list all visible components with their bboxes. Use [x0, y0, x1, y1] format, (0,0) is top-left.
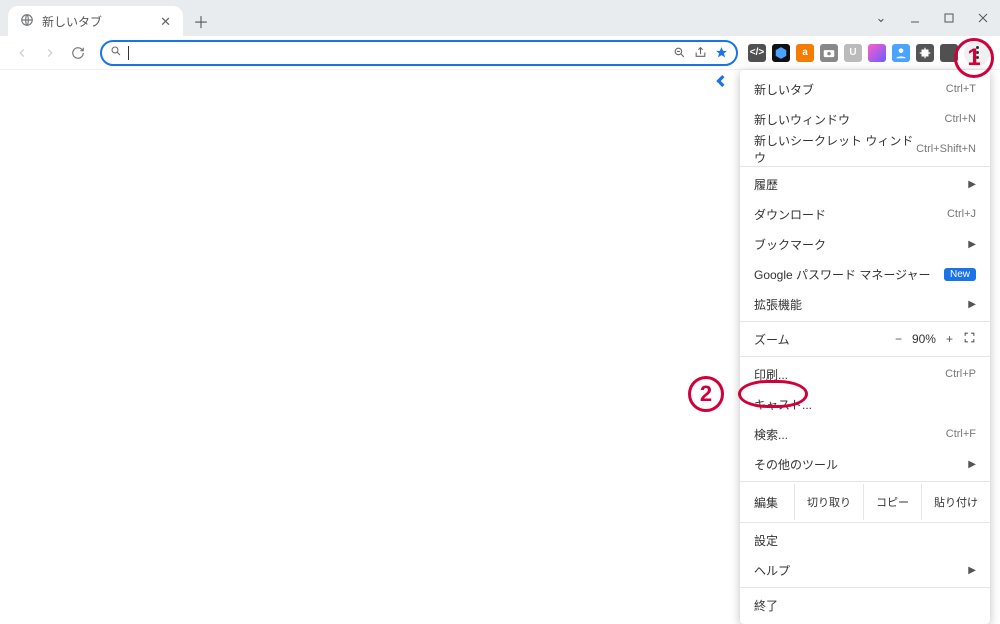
bookmark-star-icon[interactable]	[715, 46, 728, 59]
extensions-row: </> a U	[748, 44, 960, 62]
reload-button[interactable]	[66, 41, 90, 65]
zoom-in-button[interactable]: +	[946, 332, 953, 346]
text-cursor	[128, 46, 129, 60]
window-controls: ⌄	[864, 0, 1000, 36]
chevron-right-icon: ▶	[968, 179, 976, 190]
menu-item-history[interactable]: 履歴 ▶	[740, 169, 990, 199]
close-icon[interactable]: ✕	[160, 15, 171, 28]
menu-label: ズーム	[754, 331, 790, 348]
zoom-out-button[interactable]: −	[895, 332, 902, 346]
menu-label: その他のツール	[754, 456, 838, 473]
menu-label: 新しいウィンドウ	[754, 111, 850, 128]
menu-item-settings[interactable]: 設定	[740, 525, 990, 555]
separator	[740, 587, 990, 588]
menu-item-new-window[interactable]: 新しいウィンドウ Ctrl+N	[740, 104, 990, 134]
browser-tab[interactable]: 新しいタブ ✕	[8, 6, 183, 36]
menu-label: ダウンロード	[754, 206, 826, 223]
fullscreen-icon[interactable]	[963, 331, 976, 347]
toolbar: </> a U	[0, 36, 1000, 70]
address-bar[interactable]	[100, 40, 738, 66]
chevron-right-icon: ▶	[968, 459, 976, 470]
copy-button[interactable]: コピー	[863, 484, 921, 520]
menu-label: 設定	[754, 532, 778, 549]
chevron-right-icon: ▶	[968, 565, 976, 576]
menu-item-password-manager[interactable]: Google パスワード マネージャー New	[740, 259, 990, 289]
back-button[interactable]	[10, 41, 34, 65]
chevron-down-icon[interactable]: ⌄	[864, 4, 898, 32]
menu-label: Google パスワード マネージャー	[754, 266, 931, 283]
forward-button[interactable]	[38, 41, 62, 65]
logo-icon	[714, 72, 732, 93]
chevron-right-icon: ▶	[968, 299, 976, 310]
menu-label: 検索...	[754, 426, 788, 443]
shortcut: Ctrl+T	[946, 83, 976, 95]
share-icon[interactable]	[694, 46, 707, 59]
menu-label: 履歴	[754, 176, 778, 193]
extension-icon[interactable]: a	[796, 44, 814, 62]
camera-icon[interactable]	[820, 44, 838, 62]
menu-item-zoom: ズーム − 90% +	[740, 324, 990, 354]
zoom-value: 90%	[912, 332, 936, 346]
menu-label: 新しいシークレット ウィンドウ	[754, 132, 916, 166]
maximize-button[interactable]	[932, 4, 966, 32]
separator	[740, 166, 990, 167]
titlebar: 新しいタブ ✕ ＋ ⌄	[0, 0, 1000, 36]
separator	[740, 356, 990, 357]
search-icon	[110, 45, 128, 60]
annotation-oval	[738, 380, 808, 408]
minimize-button[interactable]	[898, 4, 932, 32]
menu-item-incognito[interactable]: 新しいシークレット ウィンドウ Ctrl+Shift+N	[740, 134, 990, 164]
menu-item-find[interactable]: 検索... Ctrl+F	[740, 419, 990, 449]
separator	[740, 481, 990, 482]
menu-item-extensions[interactable]: 拡張機能 ▶	[740, 289, 990, 319]
menu-item-edit: 編集 切り取り コピー 貼り付け	[740, 484, 990, 520]
tab-title: 新しいタブ	[42, 13, 152, 30]
extension-icon[interactable]	[772, 44, 790, 62]
menu-label: 拡張機能	[754, 296, 802, 313]
menu-label: ヘルプ	[754, 562, 790, 579]
zoom-indicator-icon[interactable]	[673, 46, 686, 59]
cut-button[interactable]: 切り取り	[794, 484, 863, 520]
extension-icon[interactable]	[868, 44, 886, 62]
profile-icon[interactable]	[892, 44, 910, 62]
menu-label: 新しいタブ	[754, 81, 814, 98]
menu-item-downloads[interactable]: ダウンロード Ctrl+J	[740, 199, 990, 229]
shortcut: Ctrl+Shift+N	[916, 143, 976, 155]
shortcut: Ctrl+N	[945, 113, 976, 125]
menu-item-more-tools[interactable]: その他のツール ▶	[740, 449, 990, 479]
menu-label: 編集	[740, 494, 792, 511]
separator	[740, 321, 990, 322]
menu-item-bookmarks[interactable]: ブックマーク ▶	[740, 229, 990, 259]
shortcut: Ctrl+J	[947, 208, 976, 220]
separator	[740, 522, 990, 523]
chrome-menu: 新しいタブ Ctrl+T 新しいウィンドウ Ctrl+N 新しいシークレット ウ…	[740, 70, 990, 624]
paste-button[interactable]: 貼り付け	[921, 484, 990, 520]
annotation-circle-2: 2	[688, 376, 724, 412]
menu-item-help[interactable]: ヘルプ ▶	[740, 555, 990, 585]
menu-item-new-tab[interactable]: 新しいタブ Ctrl+T	[740, 74, 990, 104]
annotation-circle-1: 1	[954, 38, 994, 78]
menu-label: ブックマーク	[754, 236, 826, 253]
menu-item-exit[interactable]: 終了	[740, 590, 990, 620]
extension-icon[interactable]: U	[844, 44, 862, 62]
globe-icon	[20, 13, 34, 30]
extension-icon[interactable]: </>	[748, 44, 766, 62]
puzzle-icon[interactable]	[916, 44, 934, 62]
shortcut: Ctrl+P	[945, 368, 976, 380]
menu-label: 終了	[754, 597, 778, 614]
close-window-button[interactable]	[966, 4, 1000, 32]
chevron-right-icon: ▶	[968, 239, 976, 250]
shortcut: Ctrl+F	[946, 428, 976, 440]
new-tab-button[interactable]: ＋	[189, 9, 213, 33]
new-badge: New	[944, 268, 976, 281]
